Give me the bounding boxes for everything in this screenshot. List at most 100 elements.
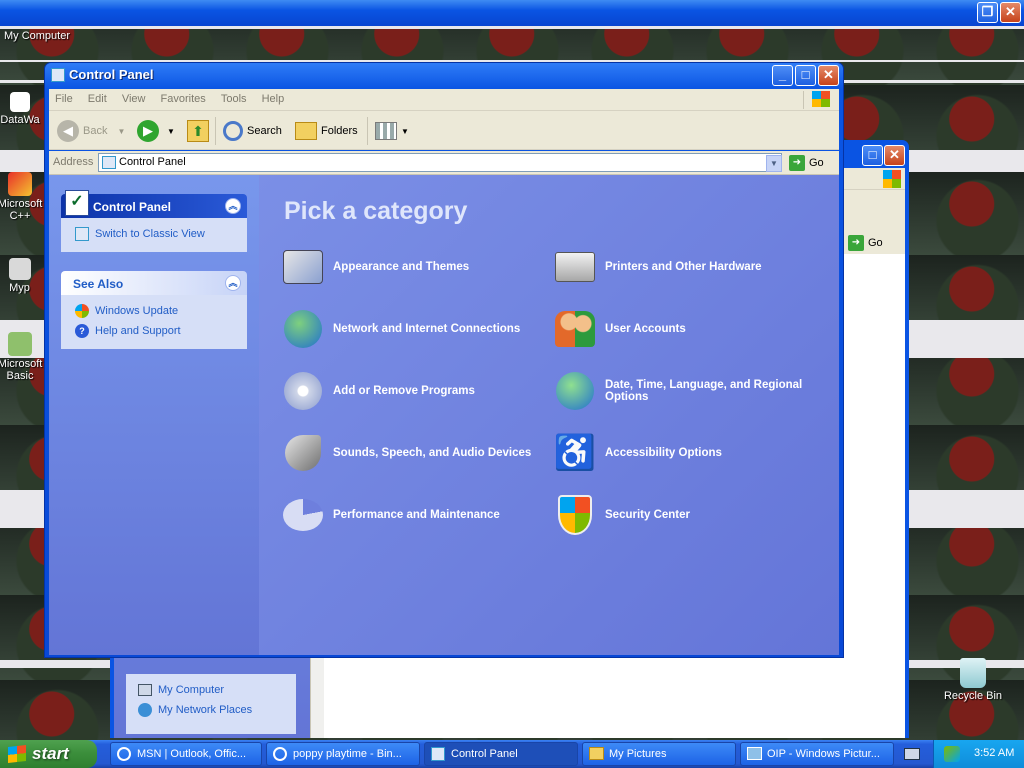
collapse-icon[interactable]: ︽ — [225, 198, 241, 214]
desktop-icon-label: My Computer — [3, 30, 71, 42]
chevron-down-icon: ▼ — [401, 126, 409, 136]
menu-view[interactable]: View — [116, 89, 152, 105]
menu-file[interactable]: File — [49, 89, 79, 105]
task-pane: ✓ Control Panel ︽ Switch to Classic View… — [49, 175, 259, 655]
taskbar-button-control-panel[interactable]: Control Panel — [424, 742, 578, 766]
windows-update-link[interactable]: Windows Update — [75, 301, 237, 321]
user-accounts-icon — [551, 305, 599, 353]
category-user-accounts[interactable]: User Accounts — [551, 305, 821, 353]
control-panel-task-box: ✓ Control Panel ︽ Switch to Classic View — [61, 190, 247, 252]
toolbar: ◀ Back ▼ ▶ ▼ ⬆ Search Folders ▼ — [49, 111, 839, 150]
help-icon: ? — [75, 324, 89, 338]
other-places-my-network-places[interactable]: My Network Places — [138, 700, 284, 720]
go-arrow-icon: ➜ — [848, 235, 864, 251]
desktop-icon-recycle-bin[interactable]: Recycle Bin — [938, 658, 1008, 702]
folders-button[interactable]: Folders — [295, 119, 358, 143]
sound-icon — [279, 429, 327, 477]
control-panel-task-header[interactable]: ✓ Control Panel ︽ — [61, 190, 247, 218]
classic-view-icon — [75, 227, 89, 241]
network-icon — [138, 703, 152, 717]
accessibility-icon: ♿ — [553, 434, 597, 472]
see-also-body: Windows Update ? Help and Support — [61, 295, 247, 349]
toolbar-separator — [215, 117, 216, 145]
minimize-button[interactable]: _ — [772, 65, 793, 86]
taskbar-button-my-pictures[interactable]: My Pictures — [582, 742, 736, 766]
security-shield-icon — [551, 491, 599, 539]
shortcut-icon — [10, 92, 30, 112]
taskbar-button-poppy-playtime[interactable]: poppy playtime - Bin... — [266, 742, 420, 766]
category-appearance-and-themes[interactable]: Appearance and Themes — [279, 243, 549, 291]
taskbar-button-oip-picture[interactable]: OIP - Windows Pictur... — [740, 742, 894, 766]
category-date-time-language-regional[interactable]: Date, Time, Language, and Regional Optio… — [551, 367, 821, 415]
search-button[interactable]: Search — [223, 119, 282, 143]
help-and-support-link[interactable]: ? Help and Support — [75, 321, 237, 341]
forward-button[interactable]: ▶ ▼ — [137, 119, 175, 143]
windows-update-icon — [75, 304, 89, 318]
chevron-down-icon: ▼ — [167, 126, 175, 136]
control-panel-icon — [102, 156, 116, 169]
close-button[interactable]: ✕ — [884, 145, 905, 166]
desktop-icon-basic[interactable]: Microsoft Basic — [0, 332, 50, 382]
desktop-icon-my-computer[interactable]: My Computer — [2, 30, 72, 42]
collapse-icon[interactable]: ︽ — [225, 275, 241, 291]
cpp-icon — [8, 172, 32, 196]
restore-button[interactable]: ❐ — [977, 2, 998, 23]
go-button[interactable]: ➜ Go — [789, 153, 824, 173]
maximize-button[interactable]: □ — [795, 65, 816, 86]
desktop-icon-label: Microsoft C++ — [0, 198, 43, 222]
category-add-or-remove-programs[interactable]: Add or Remove Programs — [279, 367, 549, 415]
desktop-icon-label: Microsoft Basic — [0, 358, 43, 382]
address-bar: Address Control Panel ▼ ➜ Go — [49, 151, 839, 175]
date-time-globe-icon — [551, 367, 599, 415]
maximize-button[interactable]: □ — [862, 145, 883, 166]
control-panel-icon — [51, 68, 65, 82]
wallpaper-stripe — [0, 26, 1024, 29]
category-sounds-speech-audio[interactable]: Sounds, Speech, and Audio Devices — [279, 429, 549, 477]
control-panel-window: Control Panel _ □ ✕ File Edit View Favor… — [44, 62, 844, 658]
picture-viewer-icon — [747, 747, 762, 760]
switch-to-classic-view-link[interactable]: Switch to Classic View — [75, 224, 237, 244]
windows-flag-icon — [8, 745, 26, 763]
taskbar-button-msn[interactable]: MSN | Outlook, Offic... — [110, 742, 262, 766]
windows-logo-icon — [883, 170, 901, 188]
menu-tools[interactable]: Tools — [215, 89, 253, 105]
menu-help[interactable]: Help — [256, 89, 291, 105]
close-button[interactable]: ✕ — [818, 65, 839, 86]
category-performance-and-maintenance[interactable]: Performance and Maintenance — [279, 491, 549, 539]
other-places-my-computer[interactable]: My Computer — [138, 680, 284, 700]
go-button[interactable]: ➜ Go — [848, 233, 900, 253]
views-button[interactable]: ▼ — [375, 119, 409, 143]
category-accessibility-options[interactable]: ♿ Accessibility Options — [551, 429, 821, 477]
category-printers-and-other-hardware[interactable]: Printers and Other Hardware — [551, 243, 821, 291]
desktop-icon-myp[interactable]: Myp — [0, 258, 47, 294]
address-dropdown-button[interactable]: ▼ — [766, 155, 782, 172]
start-button[interactable]: start — [0, 740, 97, 768]
keyboard-icon[interactable] — [904, 748, 920, 760]
appearance-icon — [279, 243, 327, 291]
go-arrow-icon: ➜ — [789, 155, 805, 171]
menu-favorites[interactable]: Favorites — [155, 89, 212, 105]
ie-icon — [117, 747, 131, 761]
window-title: Control Panel — [69, 67, 154, 82]
page-title: Pick a category — [284, 197, 468, 225]
computer-icon — [138, 684, 152, 696]
network-tray-icon[interactable] — [944, 746, 960, 762]
chevron-down-icon: ▼ — [117, 126, 126, 136]
category-security-center[interactable]: Security Center — [551, 491, 821, 539]
content-area: ✓ Control Panel ︽ Switch to Classic View… — [49, 175, 839, 655]
see-also-header[interactable]: See Also ︽ — [61, 271, 247, 295]
control-panel-icon — [431, 747, 445, 761]
search-icon — [223, 121, 243, 141]
taskbar: start MSN | Outlook, Offic... poppy play… — [0, 740, 1024, 768]
close-button[interactable]: ✕ — [1000, 2, 1021, 23]
system-tray: 3:52 AM — [933, 740, 1024, 768]
category-network-and-internet-connections[interactable]: Network and Internet Connections — [279, 305, 549, 353]
address-input[interactable]: Control Panel — [98, 153, 782, 172]
desktop-icon-datawa[interactable]: DataWa — [0, 92, 50, 126]
add-remove-programs-icon — [279, 367, 327, 415]
menu-edit[interactable]: Edit — [82, 89, 113, 105]
back-button[interactable]: ◀ Back ▼ — [57, 119, 125, 143]
up-button[interactable]: ⬆ — [187, 119, 209, 143]
desktop-icon-cpp[interactable]: Microsoft C++ — [0, 172, 50, 222]
clock[interactable]: 3:52 AM — [974, 747, 1014, 759]
